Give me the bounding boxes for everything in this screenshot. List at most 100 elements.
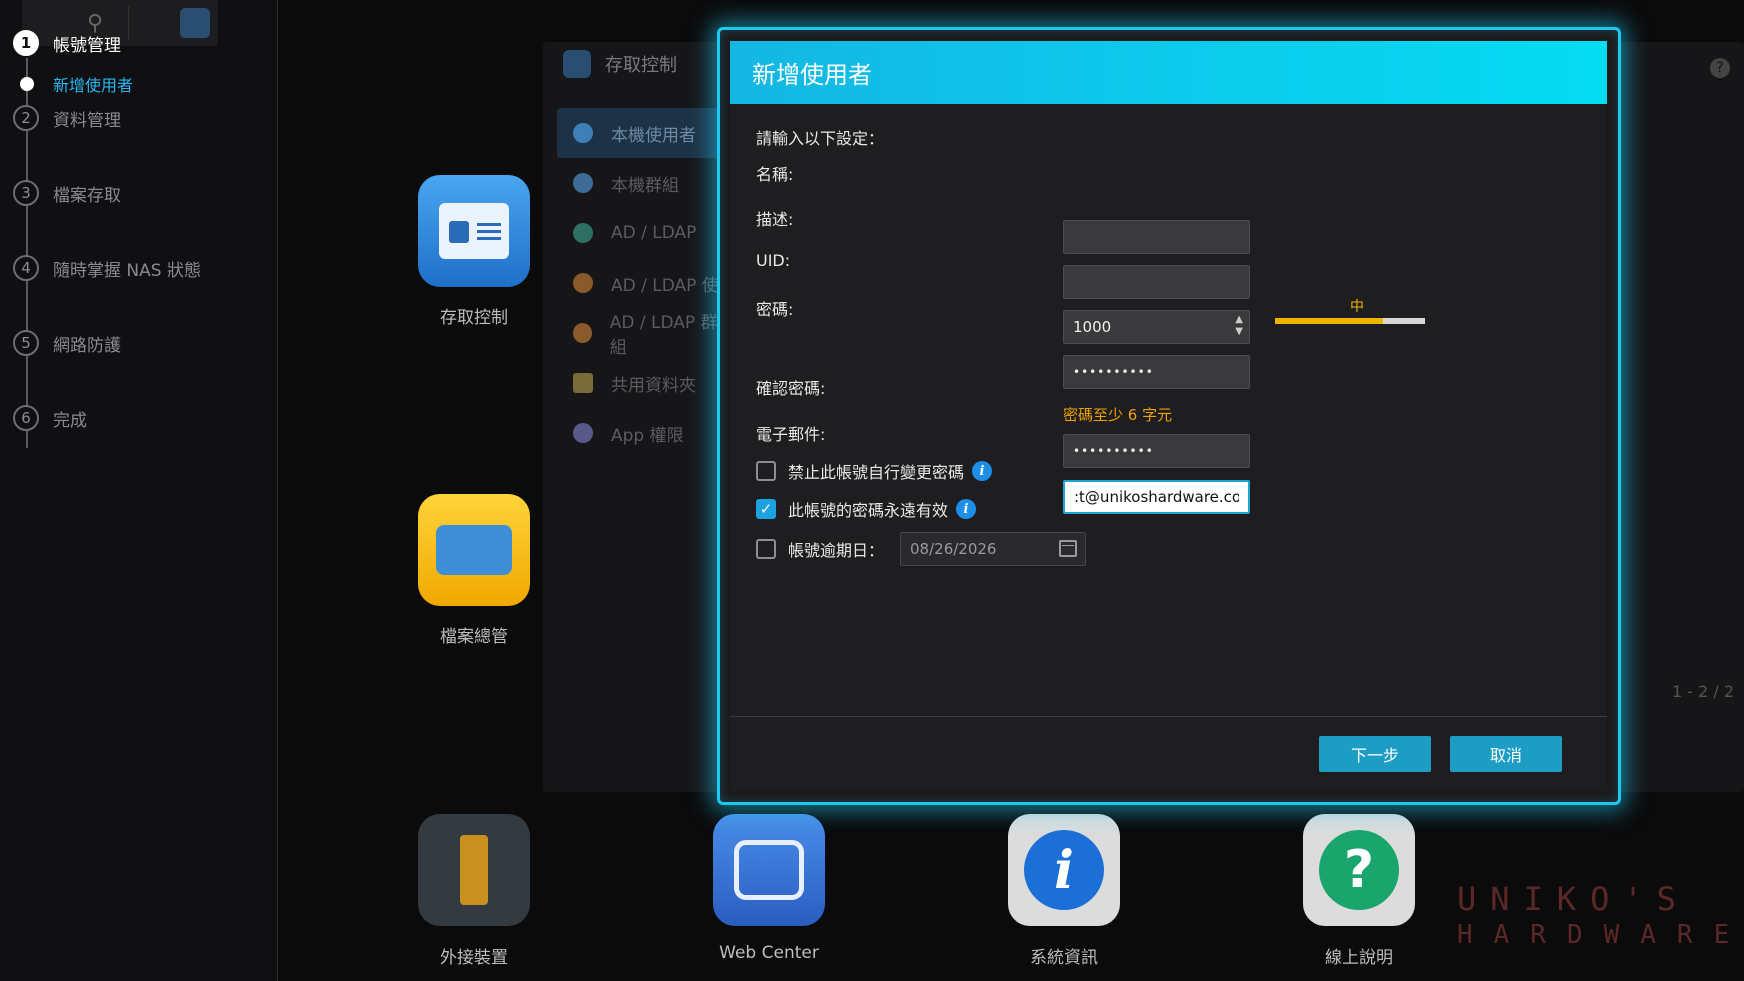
- step-network[interactable]: 5 網路防護: [13, 330, 121, 356]
- menu-local-groups[interactable]: 本機群組: [557, 158, 727, 208]
- window-title: 存取控制: [563, 50, 677, 78]
- step-label: 隨時掌握 NAS 狀態: [53, 260, 201, 281]
- web-center-app-label: Web Center: [719, 943, 819, 963]
- user-icon: [573, 123, 593, 143]
- step-file-access[interactable]: 3 檔案存取: [13, 180, 121, 206]
- info-icon[interactable]: i: [956, 499, 977, 519]
- help-app-icon[interactable]: ?: [1303, 814, 1415, 926]
- password-strength: 中: [730, 104, 1607, 324]
- name-label: 名稱:: [756, 165, 794, 184]
- app-menu-icon[interactable]: [180, 8, 210, 38]
- expire-date-input[interactable]: 08/26/2026: [900, 532, 1087, 566]
- menu-label: AD / LDAP 群組: [609, 313, 718, 358]
- step-number: 6: [13, 405, 39, 431]
- uid-stepper[interactable]: 1000 ▲ ▼: [1063, 310, 1250, 344]
- menu-ad-ldap-groups[interactable]: AD / LDAP 群組: [557, 308, 727, 358]
- watermark-line1: UNIKO'S: [1457, 880, 1690, 918]
- menu-ad-ldap-users[interactable]: AD / LDAP 使: [557, 258, 727, 308]
- expire-date-value: 08/26/2026: [910, 540, 997, 558]
- step-label: 網路防護: [53, 335, 121, 356]
- disallow-change-checkbox[interactable]: [756, 461, 776, 481]
- disallow-change-label: 禁止此帳號自行變更密碼: [788, 463, 965, 482]
- confirm-password-label: 確認密碼:: [756, 379, 826, 398]
- step-number: 5: [13, 330, 39, 356]
- web-center-app-icon[interactable]: [713, 814, 825, 926]
- expire-date-label: 帳號逾期日：: [788, 541, 885, 560]
- id-card-icon: [439, 203, 509, 259]
- strength-fill: [1275, 318, 1383, 324]
- bg-menu: 本機使用者 本機群組 AD / LDAP AD / LDAP 使 AD / LD…: [557, 108, 727, 458]
- step-label: 檔案存取: [53, 185, 121, 206]
- step-finish[interactable]: 6 完成: [13, 405, 87, 431]
- intro-text: 請輸入以下設定：: [756, 129, 885, 148]
- password-label: 密碼:: [756, 300, 794, 319]
- menu-label: AD / LDAP 使: [611, 275, 719, 296]
- expire-date-row: 帳號逾期日： 08/26/2026: [756, 532, 1087, 566]
- step-number: 4: [13, 255, 39, 281]
- info-icon[interactable]: i: [972, 461, 993, 481]
- menu-label: 本機使用者: [611, 125, 696, 146]
- menu-app-privileges[interactable]: App 權限: [557, 408, 727, 458]
- menu-shared-folders[interactable]: 共用資料夾: [557, 358, 727, 408]
- step-number: 3: [13, 180, 39, 206]
- step-label: 帳號管理: [53, 35, 121, 56]
- add-user-dialog: 新增使用者 請輸入以下設定： 名稱: 描述: UID: 1000 ▲ ▼ 密碼: …: [730, 41, 1607, 791]
- file-manager-app-icon[interactable]: [418, 494, 530, 606]
- external-devices-app-label: 外接裝置: [440, 948, 508, 968]
- email-input[interactable]: [1063, 480, 1250, 514]
- info-icon: i: [1024, 830, 1104, 910]
- dialog-title: 新增使用者: [752, 61, 872, 89]
- strength-label: 中: [1350, 299, 1364, 315]
- usb-icon: [460, 835, 488, 905]
- dialog-body: 請輸入以下設定： 名稱: 描述: UID: 1000 ▲ ▼ 密碼: ••••••…: [730, 104, 1607, 716]
- app-icon: [573, 423, 593, 443]
- help-icon[interactable]: ?: [1710, 58, 1730, 78]
- uid-label: UID:: [756, 251, 791, 270]
- description-label: 描述:: [756, 210, 794, 229]
- email-label: 電子郵件:: [756, 425, 826, 444]
- system-info-app-icon[interactable]: i: [1008, 814, 1120, 926]
- step-number: 1: [13, 30, 39, 56]
- watermark: UNIKO'S HARDWARE: [1457, 880, 1744, 950]
- group-icon: [573, 173, 593, 193]
- step-number: 2: [13, 105, 39, 131]
- substep-add-user[interactable]: 新增使用者: [20, 72, 133, 96]
- next-button[interactable]: 下一步: [1319, 736, 1431, 772]
- menu-ad-ldap[interactable]: AD / LDAP: [557, 208, 727, 258]
- description-input[interactable]: [1063, 265, 1250, 299]
- menu-label: 共用資料夾: [611, 375, 696, 396]
- watermark-line2: HARDWARE: [1457, 920, 1744, 950]
- topbar-divider: [128, 6, 129, 40]
- step-data[interactable]: 2 資料管理: [13, 105, 121, 131]
- system-info-app-label: 系統資訊: [1030, 948, 1098, 968]
- disallow-change-row[interactable]: 禁止此帳號自行變更密碼 i: [756, 459, 993, 483]
- group-icon: [573, 323, 592, 343]
- password-hint: 密碼至少 6 字元: [1063, 406, 1173, 424]
- question-icon: ?: [1319, 830, 1399, 910]
- user-icon: [573, 273, 593, 293]
- expire-date-checkbox[interactable]: [756, 539, 776, 559]
- access-control-icon: [563, 50, 591, 78]
- access-control-app-icon[interactable]: [418, 175, 530, 287]
- help-app-label: 線上說明: [1325, 948, 1393, 968]
- substep-dot: [20, 77, 34, 91]
- calendar-icon[interactable]: [1059, 540, 1078, 557]
- step-label: 完成: [53, 410, 87, 431]
- strength-meter: [1275, 318, 1425, 324]
- step-account[interactable]: 1 帳號管理: [13, 30, 121, 56]
- name-input[interactable]: [1063, 220, 1250, 254]
- step-label: 資料管理: [53, 110, 121, 131]
- stepper-arrows-icon[interactable]: ▲ ▼: [1235, 314, 1243, 338]
- step-nas-status[interactable]: 4 隨時掌握 NAS 狀態: [13, 255, 201, 281]
- never-expire-checkbox[interactable]: ✓: [756, 499, 776, 519]
- never-expire-row[interactable]: ✓ 此帳號的密碼永遠有效 i: [756, 497, 977, 521]
- never-expire-label: 此帳號的密碼永遠有效: [788, 501, 949, 520]
- password-input[interactable]: ••••••••••: [1063, 355, 1250, 389]
- pager-text: 1 - 2 / 2: [1671, 682, 1734, 701]
- dialog-header: 新增使用者: [730, 41, 1607, 104]
- key-icon: [573, 223, 593, 243]
- menu-local-users[interactable]: 本機使用者: [557, 108, 727, 158]
- cancel-button[interactable]: 取消: [1450, 736, 1562, 772]
- external-devices-app-icon[interactable]: [418, 814, 530, 926]
- confirm-password-input[interactable]: ••••••••••: [1063, 434, 1250, 468]
